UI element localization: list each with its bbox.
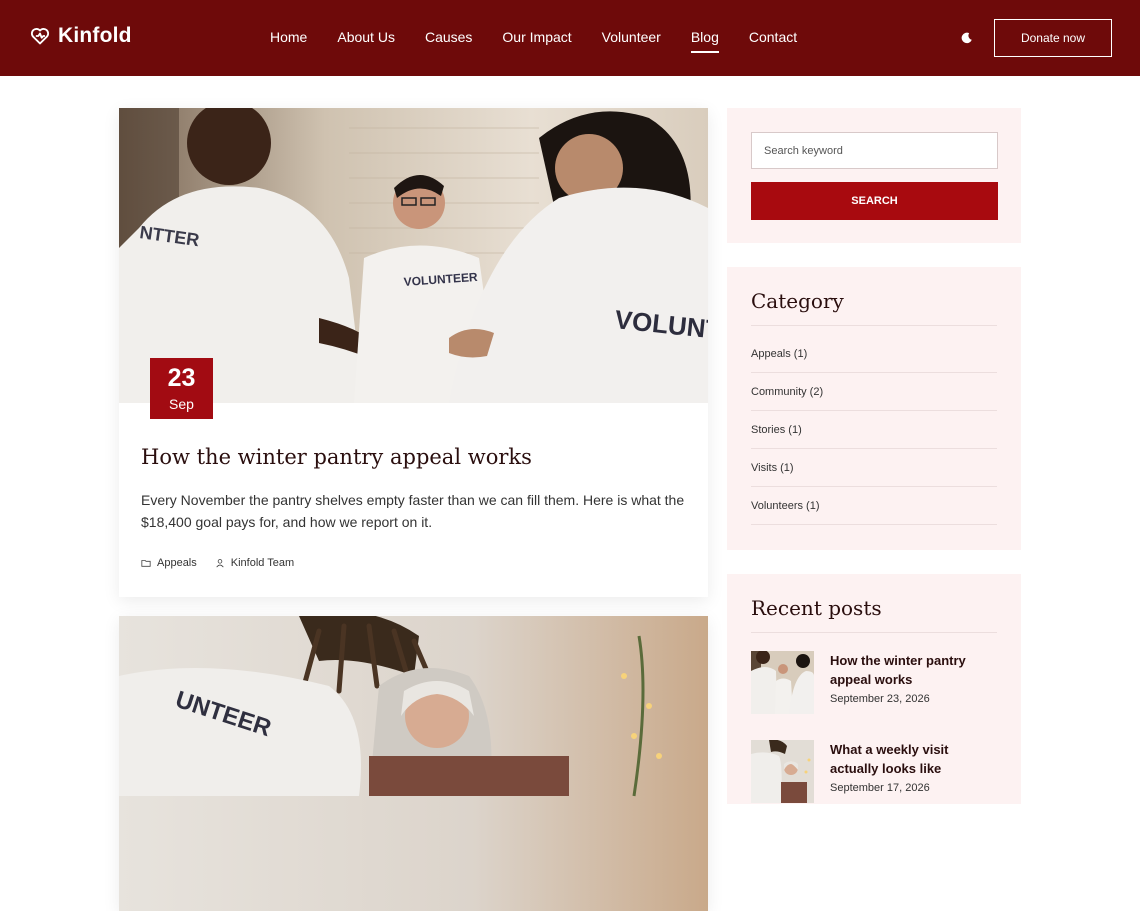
post-meta: Appeals Kinfold Team xyxy=(141,557,686,569)
nav-volunteer[interactable]: Volunteer xyxy=(602,29,661,45)
nav-home[interactable]: Home xyxy=(270,29,307,45)
recent-post-title[interactable]: How the winter pantry appeal works xyxy=(830,651,997,689)
category-item-appeals[interactable]: Appeals (1) xyxy=(751,335,997,373)
folder-icon xyxy=(141,560,151,567)
category-title: Category xyxy=(751,289,997,326)
heart-logo-icon xyxy=(30,28,50,45)
donate-button[interactable]: Donate now xyxy=(994,19,1112,57)
main-nav: Home About Us Causes Our Impact Voluntee… xyxy=(270,29,827,53)
category-item-visits[interactable]: Visits (1) xyxy=(751,449,997,487)
post-title[interactable]: How the winter pantry appeal works xyxy=(141,445,686,469)
post-image[interactable]: UNTEER xyxy=(119,616,708,911)
post-category-label: Appeals xyxy=(157,557,197,569)
recent-post-text: How the winter pantry appeal works Septe… xyxy=(830,651,997,714)
search-input[interactable] xyxy=(751,132,998,169)
nav-about-us[interactable]: About Us xyxy=(337,29,395,45)
site-header: Kinfold Home About Us Causes Our Impact … xyxy=(0,0,1140,76)
post-date-day: 23 xyxy=(167,364,196,392)
recent-post-item[interactable]: What a weekly visit actually looks like … xyxy=(751,740,997,803)
post-author[interactable]: Kinfold Team xyxy=(215,557,294,569)
nav-contact[interactable]: Contact xyxy=(749,29,797,45)
recent-post-date: September 17, 2026 xyxy=(830,782,930,794)
blog-post-card: NTTER VOLUNTEER VOLUNTE 23 Sep How the w… xyxy=(119,108,708,597)
blog-post-card: UNTEER xyxy=(119,616,708,911)
post-author-label: Kinfold Team xyxy=(230,557,295,569)
category-item-stories[interactable]: Stories (1) xyxy=(751,411,997,449)
category-widget: Category Appeals (1) Community (2) Stori… xyxy=(727,267,1021,550)
search-button[interactable]: SEARCH xyxy=(751,182,998,220)
recent-post-date: September 23, 2026 xyxy=(830,693,930,705)
post-date-badge: 23 Sep xyxy=(150,358,213,419)
user-icon xyxy=(216,559,224,568)
nav-blog[interactable]: Blog xyxy=(690,29,719,53)
post-category[interactable]: Appeals xyxy=(141,557,197,569)
recent-post-title[interactable]: What a weekly visit actually looks like xyxy=(830,740,997,778)
post-body: How the winter pantry appeal works Every… xyxy=(119,403,708,597)
recent-post-thumbnail[interactable] xyxy=(751,740,814,803)
logo-text: Kinfold xyxy=(58,24,132,47)
nav-causes[interactable]: Causes xyxy=(425,29,472,45)
recent-post-item[interactable]: How the winter pantry appeal works Septe… xyxy=(751,651,997,714)
site-logo[interactable]: Kinfold xyxy=(30,24,132,48)
category-list: Appeals (1) Community (2) Stories (1) Vi… xyxy=(751,335,997,525)
category-item-volunteers[interactable]: Volunteers (1) xyxy=(751,487,997,525)
recent-post-text: What a weekly visit actually looks like … xyxy=(830,740,997,803)
recent-post-thumbnail[interactable] xyxy=(751,651,814,714)
recent-posts-widget: Recent posts How the winter pantry appea… xyxy=(727,574,1021,804)
post-excerpt: Every November the pantry shelves empty … xyxy=(141,492,685,530)
post-date-month: Sep xyxy=(169,396,194,412)
recent-posts-title: Recent posts xyxy=(751,596,997,633)
search-widget: SEARCH xyxy=(727,108,1021,243)
moon-icon[interactable] xyxy=(960,31,974,45)
nav-our-impact[interactable]: Our Impact xyxy=(502,29,571,45)
category-item-community[interactable]: Community (2) xyxy=(751,373,997,411)
